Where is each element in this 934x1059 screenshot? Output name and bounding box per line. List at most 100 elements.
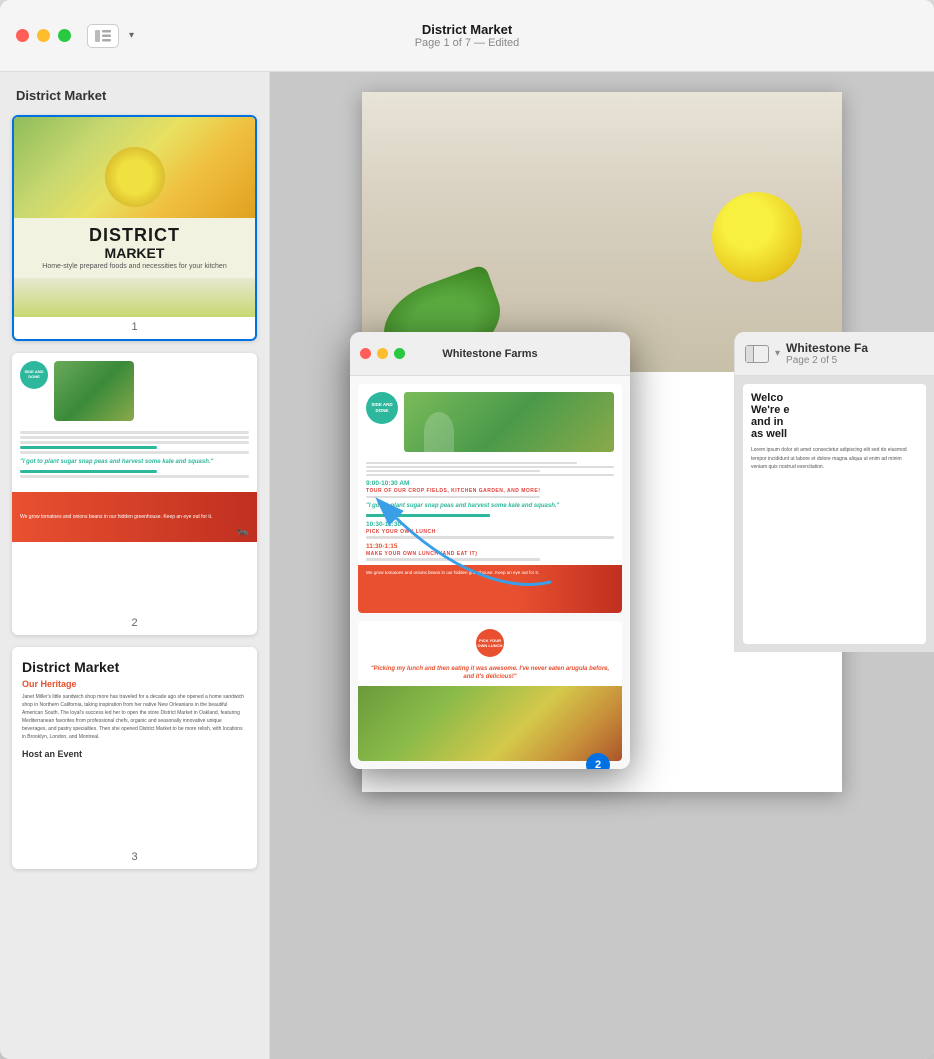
window-title-group: District Market Page 1 of 7 — Edited <box>415 22 520 49</box>
thumb2-red-text: We grow tomatoes and onions beans in our… <box>20 514 212 522</box>
thumb2-farm-image <box>54 361 134 421</box>
popup-pick-text: PICK YOUROWN LUNCH <box>478 638 503 648</box>
popup-time-1: 9:00-10:30 AM <box>366 480 614 487</box>
popup-quote: "I got to plant sugar snap peas and harv… <box>366 502 614 510</box>
thumb2-line-3 <box>20 441 249 444</box>
popup-traffic-lights <box>360 348 405 359</box>
thumb2-time-2 <box>20 470 157 473</box>
thumb2-body: "I got to plant sugar snap peas and harv… <box>12 431 257 488</box>
popup-line-4 <box>366 474 614 477</box>
thumb2-line-1 <box>20 431 249 434</box>
bg-page-top <box>362 92 842 372</box>
thumb2-circle-text: SIDE AND DONE <box>20 370 48 380</box>
popup-circle-text: SIDE AND DONE <box>366 402 398 414</box>
popup-page-header: SIDE AND DONE <box>358 384 622 460</box>
page-thumb-1[interactable]: DISTRICT MARKET Home-style prepared food… <box>12 115 257 341</box>
page-number-1: 1 <box>14 317 255 339</box>
right-page-body: Lorem ipsum dolor sit amet consectetur a… <box>751 446 918 472</box>
page-thumb-2[interactable]: SIDE AND DONE "I got to plant sugar snap… <box>12 353 257 635</box>
page-number-2: 2 <box>12 613 257 635</box>
popup-fullscreen-button[interactable] <box>394 348 405 359</box>
popup-line-3 <box>366 470 540 473</box>
thumb2-time-1 <box>20 446 157 449</box>
thumb2-circle: SIDE AND DONE <box>20 361 48 389</box>
thumb2-ants-icon: 🐜 <box>237 527 249 538</box>
window-subtitle: Page 1 of 7 — Edited <box>415 37 520 49</box>
thumb2-quote: "I got to plant sugar snap peas and harv… <box>20 458 249 466</box>
page-thumb-3[interactable]: District Market Our Heritage Janet Mille… <box>12 647 257 869</box>
right-title: Whitestone Fa <box>786 341 868 355</box>
popup-event-line <box>366 496 540 499</box>
popup-event-3-line <box>366 558 540 561</box>
popup-event-3: MAKE YOUR OWN LUNCH (AND EAT IT) <box>366 551 614 557</box>
close-button[interactable] <box>16 29 29 42</box>
right-title-group: Whitestone Fa Page 2 of 5 <box>786 341 868 366</box>
popup-event-1: TOUR OF OUR CROP FIELDS, KITCHEN GARDEN,… <box>366 488 614 494</box>
window-title: District Market <box>415 22 520 37</box>
right-page-preview: WelcoWe're eand inas well Lorem ipsum do… <box>743 384 926 644</box>
title-bar: ▾ District Market Page 1 of 7 — Edited <box>0 0 934 72</box>
main-window: ▾ District Market Page 1 of 7 — Edited D… <box>0 0 934 1059</box>
popup-page: SIDE AND DONE 9:00-10:30 AM TOUR OF OUR … <box>358 384 622 613</box>
popup-pick-circle: PICK YOUROWN LUNCH <box>476 629 504 657</box>
right-subtitle: Page 2 of 5 <box>786 355 868 366</box>
thumb3-body: Janet Miller's little sandwich shop more… <box>22 693 247 741</box>
thumb1-district-text: DISTRICT <box>14 226 255 246</box>
popup-pick-section: PICK YOUROWN LUNCH "Picking my lunch and… <box>358 621 622 761</box>
thumb3-subtitle: Our Heritage <box>22 679 247 689</box>
popup-green-line <box>366 514 490 517</box>
popup-time-3: 11:30-1:15 <box>366 543 614 550</box>
popup-red-band-text: We grow tomatoes and onions beans in our… <box>366 569 539 576</box>
thumb3-image: District Market Our Heritage Janet Mille… <box>12 647 257 847</box>
main-page-area: ▾ Whitestone Fa Page 2 of 5 WelcoWe're e… <box>270 72 934 1059</box>
chevron-down-icon[interactable]: ▾ <box>129 30 134 41</box>
popup-body: 9:00-10:30 AM TOUR OF OUR CROP FIELDS, K… <box>358 462 622 561</box>
thumb2-image: SIDE AND DONE "I got to plant sugar snap… <box>12 353 257 613</box>
sidebar-toggle[interactable] <box>87 24 119 48</box>
popup-veggie-image <box>358 686 622 761</box>
popup-pick-quote: "Picking my lunch and then eating it was… <box>358 661 622 686</box>
thumb3-event: Host an Event <box>22 749 247 759</box>
popup-circle: SIDE AND DONE <box>366 392 398 424</box>
traffic-lights <box>16 29 71 42</box>
sidebar-title: District Market <box>12 88 257 103</box>
sidebar: District Market DISTRICT MARKET Home-sty… <box>0 72 270 1059</box>
thumb1-bottom <box>14 278 255 317</box>
fullscreen-button[interactable] <box>58 29 71 42</box>
right-sidebar-icon <box>745 345 769 363</box>
thumb2-event-1 <box>20 451 249 454</box>
content-area: District Market DISTRICT MARKET Home-sty… <box>0 72 934 1059</box>
popup-close-button[interactable] <box>360 348 371 359</box>
thumb1-tagline-text: Home-style prepared foods and necessitie… <box>14 263 255 270</box>
thumb2-line-2 <box>20 436 249 439</box>
thumb1-text: DISTRICT MARKET Home-style prepared food… <box>14 218 255 279</box>
right-partial-window: ▾ Whitestone Fa Page 2 of 5 WelcoWe're e… <box>734 332 934 652</box>
popup-red-band: We grow tomatoes and onions beans in our… <box>358 565 622 613</box>
bg-lemon <box>712 192 802 282</box>
popup-titlebar: Whitestone Farms <box>350 332 630 376</box>
thumb2-header: SIDE AND DONE <box>12 353 257 429</box>
right-content: WelcoWe're eand inas well Lorem ipsum do… <box>735 376 934 652</box>
popup-title: Whitestone Farms <box>442 348 537 360</box>
popup-farm-image <box>404 392 614 452</box>
popup-quote-section: "I got to plant sugar snap peas and harv… <box>366 502 614 510</box>
right-page-title: WelcoWe're eand inas well <box>751 392 918 440</box>
popup-minimize-button[interactable] <box>377 348 388 359</box>
thumb3-title: District Market <box>22 659 247 675</box>
thumb1-fruits-bg <box>14 117 255 218</box>
popup-window: Whitestone Farms SIDE AND DONE <box>350 332 630 769</box>
right-page-inner: WelcoWe're eand inas well Lorem ipsum do… <box>743 384 926 480</box>
popup-content: SIDE AND DONE 9:00-10:30 AM TOUR OF OUR … <box>350 376 630 769</box>
page-number-3: 3 <box>12 847 257 869</box>
thumb2-event-2 <box>20 475 249 478</box>
popup-lunch-line <box>366 536 614 539</box>
thumb1-image: DISTRICT MARKET Home-style prepared food… <box>14 117 255 317</box>
thumb2-red-band: We grow tomatoes and onions beans in our… <box>12 492 257 542</box>
popup-line-2 <box>366 466 614 469</box>
right-titlebar: ▾ Whitestone Fa Page 2 of 5 <box>735 332 934 376</box>
thumb1-market-text: MARKET <box>14 245 255 261</box>
minimize-button[interactable] <box>37 29 50 42</box>
popup-time-2: 10:30-11:30 <box>366 521 614 528</box>
popup-event-2: PICK YOUR OWN LUNCH <box>366 529 614 535</box>
popup-line-1 <box>366 462 577 465</box>
